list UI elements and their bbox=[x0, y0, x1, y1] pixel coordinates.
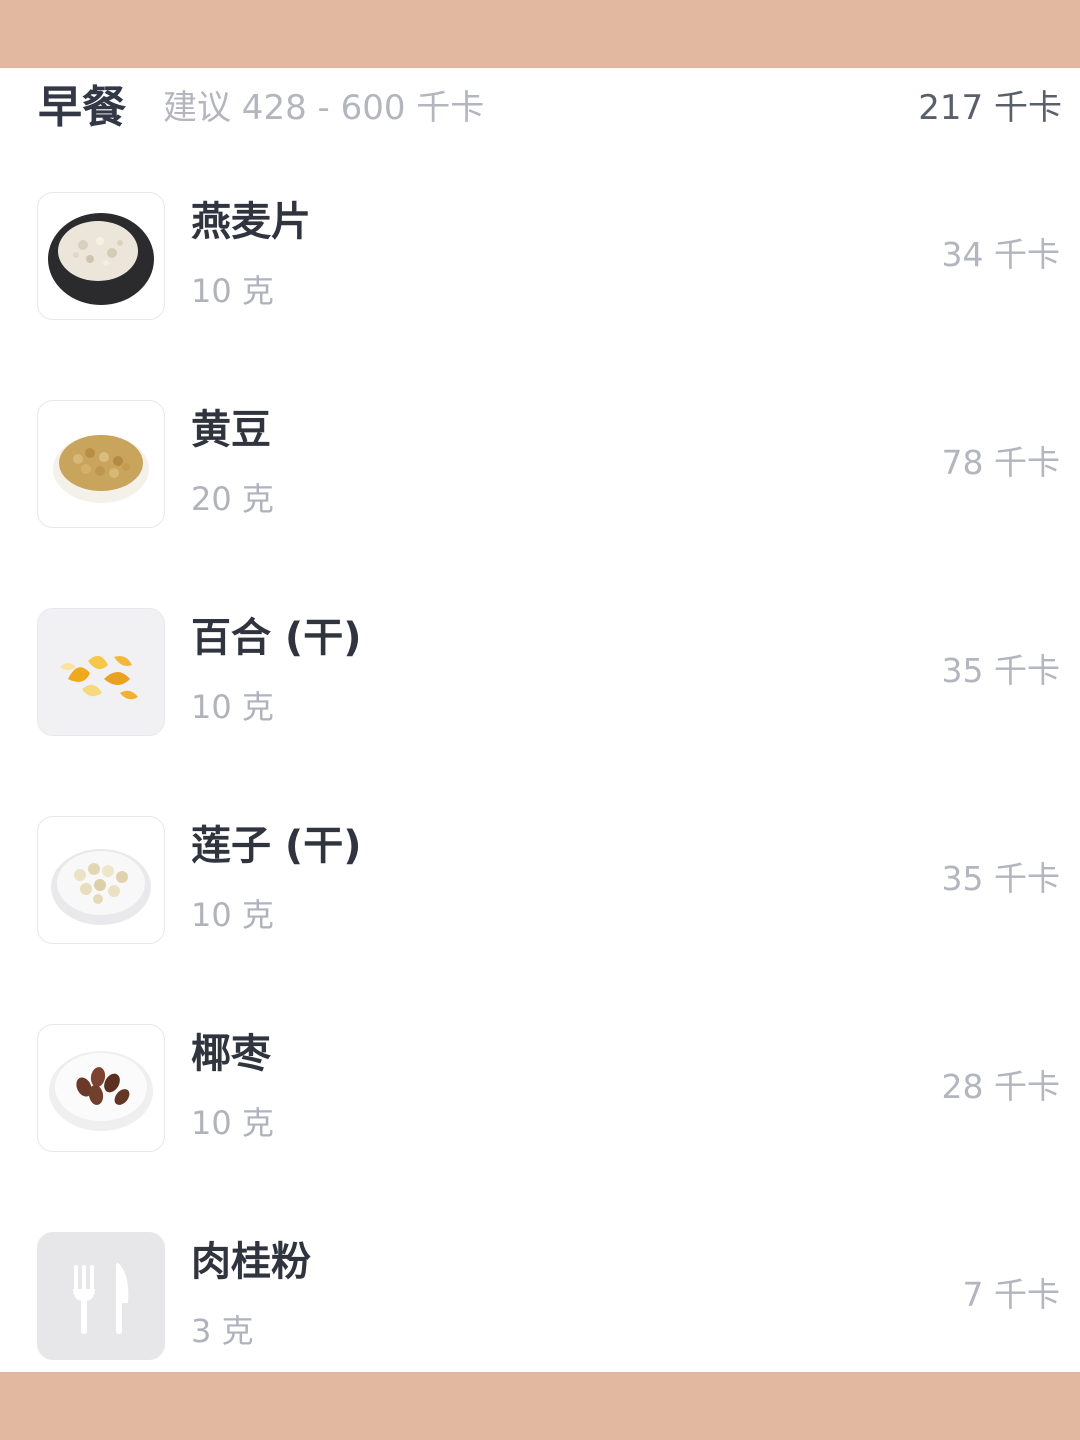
lotus-seed-image bbox=[37, 816, 165, 944]
food-name: 莲子 (干) bbox=[191, 823, 362, 869]
food-amount: 10 克 bbox=[191, 896, 274, 934]
food-name: 黄豆 bbox=[191, 407, 271, 453]
food-amount: 10 克 bbox=[191, 688, 274, 726]
food-kcal: 35 千卡 bbox=[941, 859, 1060, 898]
food-kcal: 35 千卡 bbox=[941, 651, 1060, 690]
food-kcal: 78 千卡 bbox=[941, 443, 1060, 482]
food-amount: 3 克 bbox=[191, 1312, 254, 1350]
dried-lily-image bbox=[37, 608, 165, 736]
food-item-cinnamon[interactable]: 肉桂粉 3 克 7 千卡 bbox=[0, 1232, 1080, 1392]
top-band bbox=[0, 0, 1080, 68]
fork-knife-icon bbox=[37, 1232, 165, 1360]
food-name: 百合 (干) bbox=[191, 615, 362, 661]
soybean-image bbox=[37, 400, 165, 528]
food-item-soybean[interactable]: 黄豆 20 克 78 千卡 bbox=[0, 400, 1080, 560]
food-amount: 10 克 bbox=[191, 272, 274, 310]
food-item-date[interactable]: 椰枣 10 克 28 千卡 bbox=[0, 1024, 1080, 1184]
food-kcal: 34 千卡 bbox=[941, 235, 1060, 274]
date-image bbox=[37, 1024, 165, 1152]
meal-card: 早餐 建议 428 - 600 千卡 217 千卡 燕麦片 10 克 34 千卡… bbox=[0, 68, 1080, 1372]
bottom-band bbox=[0, 1372, 1080, 1440]
food-name: 燕麦片 bbox=[191, 199, 311, 245]
food-name: 肉桂粉 bbox=[191, 1239, 311, 1285]
food-item-dried-lily[interactable]: 百合 (干) 10 克 35 千卡 bbox=[0, 608, 1080, 768]
food-item-lotus-seed[interactable]: 莲子 (干) 10 克 35 千卡 bbox=[0, 816, 1080, 976]
food-kcal: 28 千卡 bbox=[941, 1067, 1060, 1106]
food-kcal: 7 千卡 bbox=[962, 1275, 1061, 1314]
food-item-oatmeal[interactable]: 燕麦片 10 克 34 千卡 bbox=[0, 192, 1080, 352]
food-amount: 20 克 bbox=[191, 480, 274, 518]
food-amount: 10 克 bbox=[191, 1104, 274, 1142]
food-list: 燕麦片 10 克 34 千卡 黄豆 20 克 78 千卡 百合 (干) 10 克… bbox=[0, 68, 1080, 1372]
food-name: 椰枣 bbox=[191, 1031, 271, 1077]
oatmeal-image bbox=[37, 192, 165, 320]
